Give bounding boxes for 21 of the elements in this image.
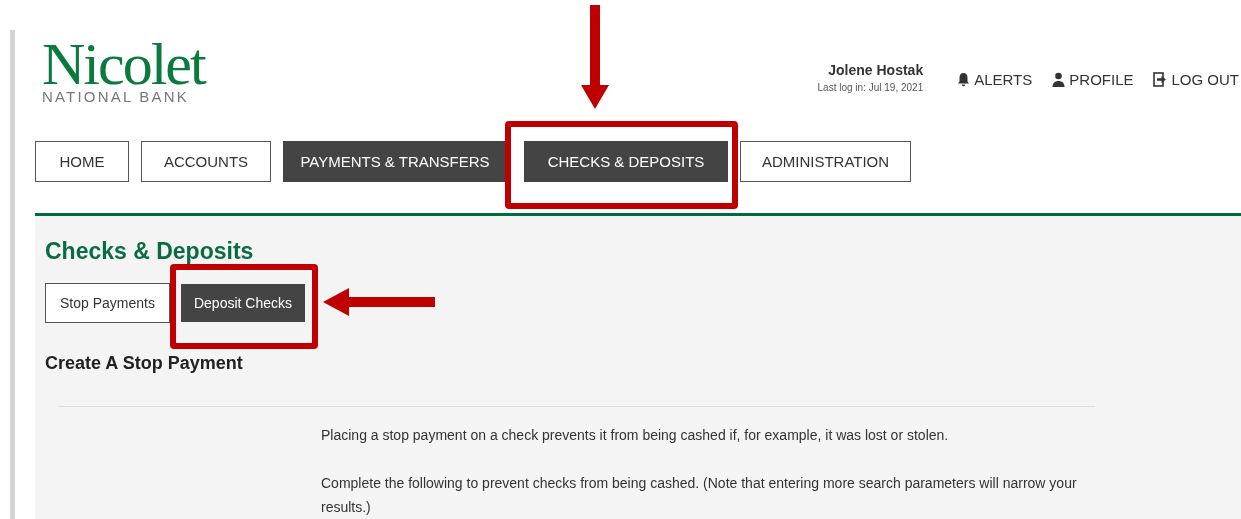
page-title: Checks & Deposits <box>45 237 255 266</box>
nav-tab[interactable]: ADMINISTRATION <box>740 141 911 182</box>
paragraph: Complete the following to prevent checks from being cashed. (Note that entering more search parameters will narrow your results.) <box>321 474 1078 517</box>
sub-tab[interactable]: Deposit Checks <box>181 284 305 322</box>
user-name: Jolene Hostak <box>828 62 924 78</box>
sub-tab[interactable]: Stop Payments <box>45 283 170 323</box>
last-login: Last log in: Jul 19, 2021 <box>817 82 924 93</box>
bank-logo-name: Nicolet <box>42 40 205 88</box>
paragraph: Placing a stop payment on a check prevents it from being cashed if, for example, it was lost or stolen. <box>321 426 950 445</box>
header-link[interactable]: PROFILE <box>1052 71 1134 88</box>
bank-logo-subtitle: NATIONAL BANK <box>42 88 189 106</box>
nav-tab[interactable]: HOME <box>35 141 129 182</box>
nav-tab[interactable]: CHECKS & DEPOSITS <box>524 141 728 182</box>
nav-tab[interactable]: ACCOUNTS <box>141 141 271 182</box>
person-icon <box>1052 72 1066 87</box>
header-link[interactable]: LOG OUT <box>1153 71 1239 88</box>
nav-tab[interactable]: PAYMENTS & TRANSFERS <box>283 141 507 182</box>
bell-icon <box>957 72 971 87</box>
section-title: Create A Stop Payment <box>45 352 244 375</box>
header-link[interactable]: ALERTS <box>957 71 1033 88</box>
logout-icon <box>1153 72 1168 87</box>
